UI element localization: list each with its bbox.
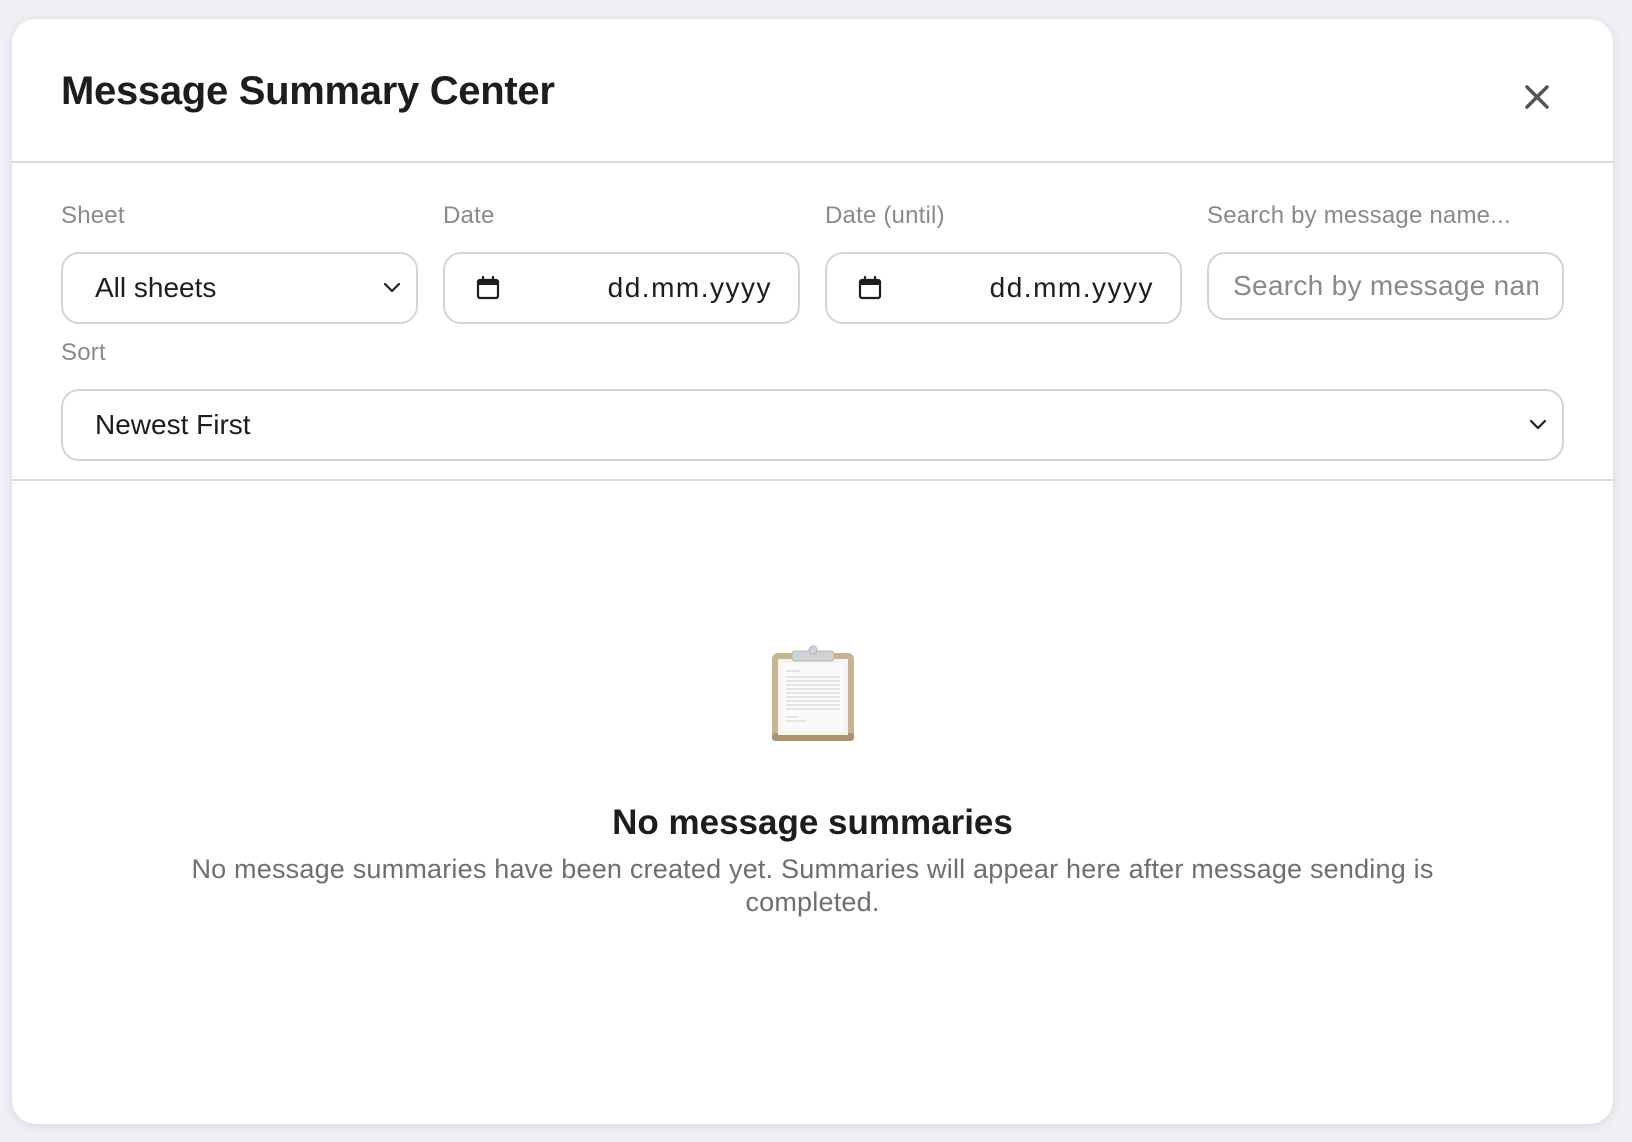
sheet-select[interactable]: All sheets [61, 252, 418, 324]
chevron-down-icon [1529, 419, 1547, 430]
close-icon [1525, 85, 1549, 109]
date-from-input[interactable]: dd.mm.yyyy [443, 252, 800, 324]
calendar-icon[interactable] [475, 275, 501, 301]
clipboard-icon [772, 645, 854, 741]
sort-select[interactable]: Newest First [61, 389, 1564, 461]
sheet-select-value: All sheets [95, 272, 217, 303]
empty-state-title: No message summaries [612, 803, 1013, 842]
date-until-label: Date (until) [825, 202, 945, 229]
search-input[interactable] [1207, 252, 1564, 320]
close-button[interactable] [1517, 77, 1557, 117]
modal-header: Message Summary Center [12, 19, 1613, 163]
date-until-input[interactable]: dd.mm.yyyy [825, 252, 1182, 324]
search-label: Search by message name... [1207, 202, 1511, 229]
filters-panel: Sheet All sheets Date dd.mm.yyyy Date (u… [12, 163, 1613, 481]
sheet-label: Sheet [61, 202, 125, 229]
calendar-icon[interactable] [857, 275, 883, 301]
chevron-down-icon [383, 282, 401, 293]
date-from-value: dd.mm.yyyy [607, 272, 772, 303]
date-label: Date [443, 202, 495, 229]
message-summary-modal: Message Summary Center Sheet All sheets … [12, 19, 1613, 1124]
empty-state-description: No message summaries have been created y… [191, 854, 1434, 917]
date-until-value: dd.mm.yyyy [989, 272, 1154, 303]
sort-label: Sort [61, 339, 106, 366]
sort-select-value: Newest First [95, 409, 251, 440]
empty-state: No message summaries No message summarie… [12, 481, 1613, 1122]
modal-title: Message Summary Center [61, 69, 555, 113]
